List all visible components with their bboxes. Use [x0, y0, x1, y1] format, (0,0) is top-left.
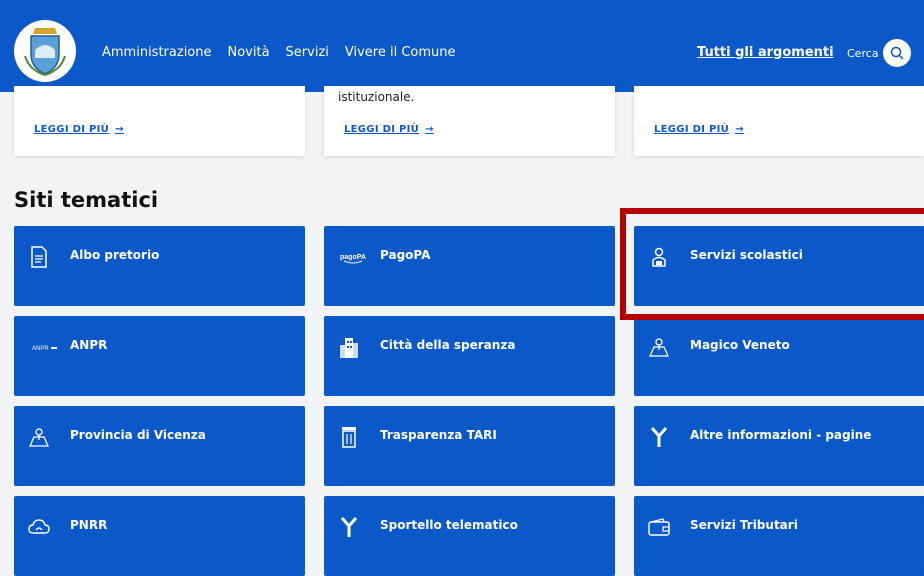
nav-servizi[interactable]: Servizi — [286, 45, 329, 60]
cloud-icon — [26, 514, 52, 540]
site-header: Amministrazione Novità Servizi Vivere il… — [0, 0, 924, 92]
trash-icon — [336, 424, 362, 450]
fork-icon — [336, 514, 362, 540]
search-icon — [890, 46, 904, 60]
card-snippet: istituzionale. — [338, 90, 415, 104]
read-more-link[interactable]: LEGGI DI PIÙ → — [34, 124, 124, 135]
news-card: LEGGI DI PIÙ → — [14, 86, 305, 156]
news-card: LEGGI DI PIÙ → — [634, 86, 924, 156]
tile-label: Servizi Tributari — [690, 518, 798, 532]
pagopa-logo-icon: pagoPA — [340, 244, 366, 270]
tile-provincia-di-vicenza[interactable]: Provincia di Vicenza — [14, 406, 305, 486]
map-pin-icon — [646, 334, 672, 360]
tile-label: Magico Veneto — [690, 338, 790, 352]
tile-label: Città della speranza — [380, 338, 516, 352]
tile-pagopa[interactable]: pagoPA PagoPA — [324, 226, 615, 306]
search-button[interactable] — [883, 39, 911, 67]
wallet-icon — [646, 514, 672, 540]
anpr-logo-icon: ANPR — [32, 334, 58, 360]
read-more-link[interactable]: LEGGI DI PIÙ → — [344, 124, 434, 135]
tile-magico-veneto[interactable]: Magico Veneto — [634, 316, 924, 396]
tile-servizi-tributari[interactable]: Servizi Tributari — [634, 496, 924, 576]
tile-label: Trasparenza TARI — [380, 428, 497, 442]
coat-of-arms-icon — [24, 28, 66, 76]
arrow-right-icon: → — [115, 124, 124, 135]
building-icon — [336, 334, 362, 360]
map-pin-icon — [26, 424, 52, 450]
search-label[interactable]: Cerca — [847, 47, 879, 60]
tile-pnrr[interactable]: PNRR — [14, 496, 305, 576]
read-more-link[interactable]: LEGGI DI PIÙ → — [654, 124, 744, 135]
main-nav: Amministrazione Novità Servizi Vivere il… — [102, 45, 456, 60]
document-icon — [26, 244, 52, 270]
nav-amministrazione[interactable]: Amministrazione — [102, 45, 212, 60]
arrow-right-icon: → — [735, 124, 744, 135]
tile-albo-pretorio[interactable]: Albo pretorio — [14, 226, 305, 306]
tile-anpr[interactable]: ANPR ANPR — [14, 316, 305, 396]
read-more-label: LEGGI DI PIÙ — [34, 124, 110, 135]
tile-label: ANPR — [70, 338, 108, 352]
news-card: istituzionale. LEGGI DI PIÙ → — [324, 86, 615, 156]
read-more-label: LEGGI DI PIÙ — [654, 124, 730, 135]
nav-novita[interactable]: Novità — [228, 45, 270, 60]
all-topics-link[interactable]: Tutti gli argomenti — [697, 45, 834, 60]
fork-icon — [646, 424, 672, 450]
svg-text:pagoPA: pagoPA — [340, 254, 366, 261]
municipality-logo[interactable] — [14, 20, 76, 82]
tile-sportello-telematico[interactable]: Sportello telematico — [324, 496, 615, 576]
tile-label: PagoPA — [380, 248, 431, 262]
tile-label: Provincia di Vicenza — [70, 428, 206, 442]
read-more-label: LEGGI DI PIÙ — [344, 124, 420, 135]
nav-vivere-il-comune[interactable]: Vivere il Comune — [345, 45, 456, 60]
arrow-right-icon: → — [425, 124, 434, 135]
tile-label: Albo pretorio — [70, 248, 160, 262]
svg-text:ANPR: ANPR — [32, 346, 49, 352]
tile-label: Sportello telematico — [380, 518, 518, 532]
tile-altre-informazioni[interactable]: Altre informazioni - pagine — [634, 406, 924, 486]
tile-citta-della-speranza[interactable]: Città della speranza — [324, 316, 615, 396]
tile-trasparenza-tari[interactable]: Trasparenza TARI — [324, 406, 615, 486]
section-title: Siti tematici — [14, 188, 159, 212]
highlight-frame — [620, 208, 924, 320]
tile-label: PNRR — [70, 518, 108, 532]
tile-label: Altre informazioni - pagine — [690, 428, 872, 442]
